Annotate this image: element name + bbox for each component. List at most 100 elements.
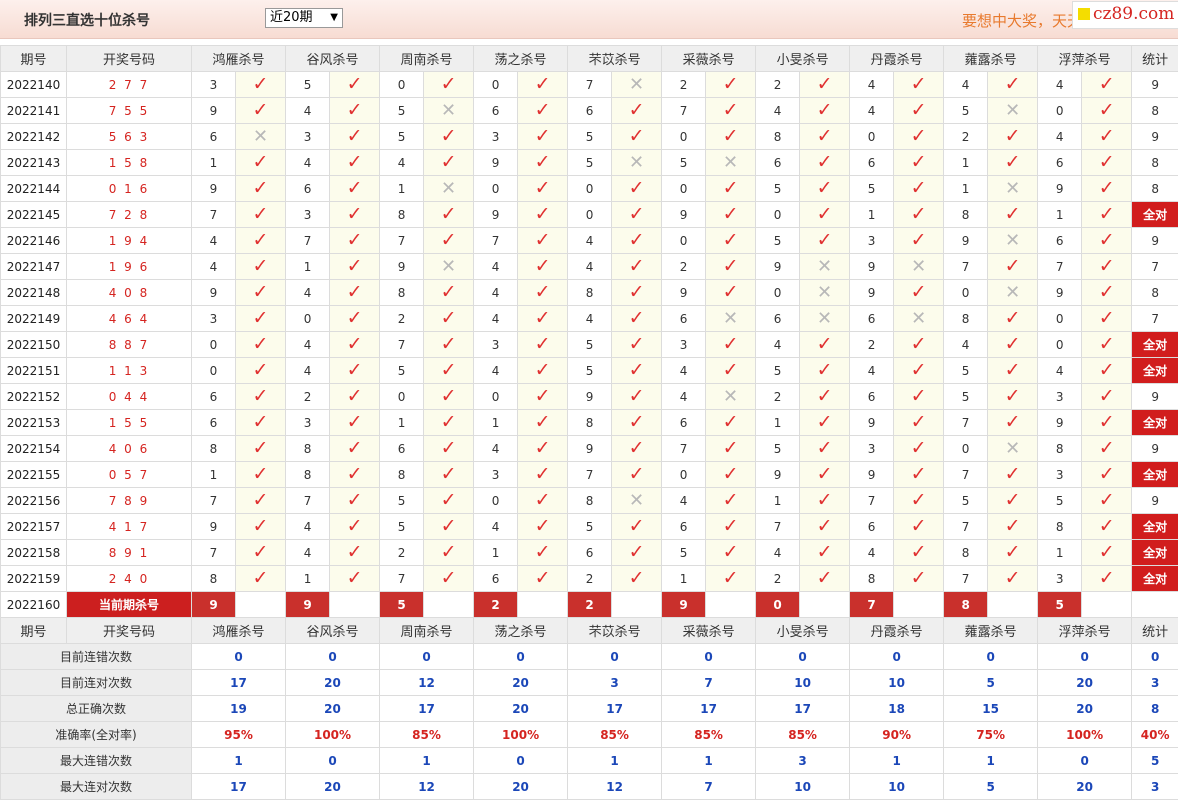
result-cell: ✓ xyxy=(894,410,944,436)
table-row: 20221588 9 17✓4✓2✓1✓6✓5✓4✓4✓8✓1✓全对 xyxy=(1,540,1178,566)
check-icon: ✓ xyxy=(911,99,927,121)
kill-number-cell: 9 xyxy=(1038,410,1082,436)
check-icon: ✓ xyxy=(723,541,739,563)
check-icon: ✓ xyxy=(535,541,551,563)
check-icon: ✓ xyxy=(817,203,833,225)
drawn-number-cell: 1 9 4 xyxy=(67,228,192,254)
summary-stat: 40% xyxy=(1132,722,1178,748)
check-icon: ✓ xyxy=(253,255,269,277)
drawn-number-cell: 1 1 3 xyxy=(67,358,192,384)
kill-number-cell: 4 xyxy=(662,358,706,384)
summary-value: 100% xyxy=(1038,722,1132,748)
stat-cell: 7 xyxy=(1132,306,1178,332)
kill-number-cell: 5 xyxy=(380,98,424,124)
kill-number-cell: 9 xyxy=(474,202,518,228)
summary-value: 0 xyxy=(850,644,944,670)
check-icon: ✓ xyxy=(347,125,363,147)
summary-value: 0 xyxy=(1038,644,1132,670)
check-icon: ✓ xyxy=(911,385,927,407)
check-icon: ✓ xyxy=(1005,541,1021,563)
kill-number-cell: 7 xyxy=(756,514,800,540)
kill-number-cell: 3 xyxy=(192,306,236,332)
check-icon: ✓ xyxy=(347,489,363,511)
check-icon: ✓ xyxy=(911,229,927,251)
kill-number-cell: 7 xyxy=(944,514,988,540)
empty-cell xyxy=(988,592,1038,618)
result-cell: ✓ xyxy=(424,566,474,592)
site-logo[interactable]: cz89.com xyxy=(1072,1,1178,29)
check-icon: ✓ xyxy=(1005,203,1021,225)
summary-value: 20 xyxy=(286,670,380,696)
kill-number-cell: 4 xyxy=(850,98,894,124)
summary-value: 20 xyxy=(474,696,568,722)
check-icon: ✓ xyxy=(535,385,551,407)
kill-number-cell: 8 xyxy=(944,540,988,566)
cross-icon: ✕ xyxy=(1005,178,1020,199)
result-cell: ✕ xyxy=(236,124,286,150)
kill-number-cell: 3 xyxy=(286,124,330,150)
check-icon: ✓ xyxy=(629,177,645,199)
result-cell: ✓ xyxy=(894,436,944,462)
column-header: 谷风杀号 xyxy=(286,46,380,72)
check-icon: ✓ xyxy=(347,307,363,329)
result-cell: ✓ xyxy=(424,358,474,384)
check-icon: ✓ xyxy=(629,229,645,251)
result-cell: ✕ xyxy=(612,150,662,176)
result-cell: ✓ xyxy=(330,358,380,384)
summary-stat: 3 xyxy=(1132,774,1178,800)
kill-number-cell: 2 xyxy=(568,566,612,592)
result-cell: ✓ xyxy=(424,462,474,488)
result-cell: ✓ xyxy=(236,462,286,488)
kill-number-cell: 1 xyxy=(474,410,518,436)
result-cell: ✓ xyxy=(706,332,756,358)
kill-number-cell: 6 xyxy=(192,384,236,410)
result-cell: ✕ xyxy=(424,254,474,280)
kill-number-cell: 8 xyxy=(944,202,988,228)
check-icon: ✓ xyxy=(535,411,551,433)
kill-number-cell: 1 xyxy=(192,462,236,488)
kill-number-cell: 5 xyxy=(944,358,988,384)
kill-number-cell: 8 xyxy=(568,488,612,514)
result-cell: ✓ xyxy=(518,462,568,488)
period-range-select[interactable]: 近20期 ▼ xyxy=(265,8,343,28)
kill-number-cell: 1 xyxy=(1038,540,1082,566)
cross-icon: ✕ xyxy=(253,126,268,147)
summary-value: 3 xyxy=(568,670,662,696)
kill-number-cell: 0 xyxy=(192,332,236,358)
kill-number-cell: 0 xyxy=(474,488,518,514)
kill-number-cell: 1 xyxy=(192,150,236,176)
period-cell: 2022159 xyxy=(1,566,67,592)
check-icon: ✓ xyxy=(253,411,269,433)
result-cell: ✓ xyxy=(330,436,380,462)
check-icon: ✓ xyxy=(347,541,363,563)
summary-value: 20 xyxy=(1038,670,1132,696)
cross-icon: ✕ xyxy=(1005,282,1020,303)
result-cell: ✓ xyxy=(330,228,380,254)
kill-number-cell: 4 xyxy=(756,332,800,358)
kill-number-cell: 3 xyxy=(850,228,894,254)
kill-number-cell: 8 xyxy=(192,566,236,592)
stat-cell: 8 xyxy=(1132,98,1178,124)
summary-value: 95% xyxy=(192,722,286,748)
result-cell: ✓ xyxy=(236,254,286,280)
result-cell: ✓ xyxy=(894,358,944,384)
check-icon: ✓ xyxy=(535,99,551,121)
result-cell: ✓ xyxy=(330,410,380,436)
check-icon: ✓ xyxy=(1005,125,1021,147)
result-cell: ✕ xyxy=(706,306,756,332)
summary-value: 90% xyxy=(850,722,944,748)
current-kill-number: 0 xyxy=(756,592,800,618)
check-icon: ✓ xyxy=(817,437,833,459)
summary-label: 目前连错次数 xyxy=(1,644,192,670)
kill-number-cell: 9 xyxy=(192,98,236,124)
check-icon: ✓ xyxy=(1099,125,1115,147)
result-cell: ✓ xyxy=(800,488,850,514)
kill-number-cell: 6 xyxy=(380,436,424,462)
kill-number-cell: 6 xyxy=(286,176,330,202)
current-kill-number: 2 xyxy=(474,592,518,618)
check-icon: ✓ xyxy=(441,307,457,329)
period-cell: 2022140 xyxy=(1,72,67,98)
result-cell: ✓ xyxy=(988,514,1038,540)
result-cell: ✓ xyxy=(800,540,850,566)
column-header: 蕹露杀号 xyxy=(944,46,1038,72)
